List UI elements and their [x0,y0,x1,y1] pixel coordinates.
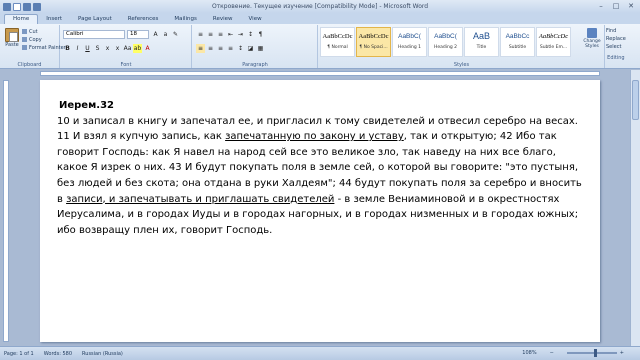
tab-view[interactable]: View [241,15,270,24]
borders-icon[interactable]: ▦ [256,44,265,53]
clipboard-group: Paste Cut Copy Format Painter Clipboard [0,25,66,68]
font-color-icon[interactable]: A [143,44,152,53]
find-button[interactable]: Find [606,27,626,35]
ribbon-tabs: Home Insert Page Layout References Maili… [0,13,640,24]
title-bar: Откровение. Текущее изучение [Compatibil… [0,0,640,13]
superscript-icon[interactable]: x [113,44,122,53]
highlight-icon[interactable]: ab [133,44,142,53]
bold-button[interactable]: B [63,44,72,53]
vertical-scrollbar[interactable] [630,70,640,346]
styles-gallery: AaBbCcDc ¶ Normal AaBbCcDc ¶ No Spaci...… [320,27,571,57]
align-left-icon[interactable]: ≡ [196,44,205,53]
style-subtle-emphasis[interactable]: AaBbCcDc Subtle Em... [536,27,571,57]
align-center-icon[interactable]: ≡ [206,44,215,53]
paragraph-label: Paragraph [242,62,268,68]
maximize-button[interactable]: □ [610,2,622,10]
editing-label: Editing [607,55,625,61]
italic-button[interactable]: I [73,44,82,53]
horizontal-ruler[interactable] [40,71,600,76]
close-button[interactable]: ✕ [625,2,637,10]
style-heading-2[interactable]: AaBbC( Heading 2 [428,27,463,57]
style-heading-1[interactable]: AaBbC( Heading 1 [392,27,427,57]
zoom-slider[interactable] [566,349,617,357]
replace-button[interactable]: Replace [606,35,626,43]
copy-icon [22,37,27,42]
show-marks-icon[interactable]: ¶ [256,30,265,39]
document-heading: Иерем.32 [59,100,114,111]
subscript-icon[interactable]: x [103,44,112,53]
vertical-ruler[interactable] [3,80,9,342]
justify-icon[interactable]: ≡ [226,44,235,53]
tab-mailings[interactable]: Mailings [166,15,205,24]
zoom-level[interactable]: 108% [522,350,536,356]
window-title: Откровение. Текущее изучение [Compatibil… [211,3,429,10]
brush-icon [22,45,27,50]
clear-format-icon[interactable]: ✎ [171,30,180,39]
style-no-spacing[interactable]: AaBbCcDc ¶ No Spaci... [356,27,391,57]
zoom-in-icon[interactable]: + [620,350,624,356]
document-page[interactable]: Иерем.32 10 и записал в книгу и запечата… [40,80,600,342]
scrollbar-thumb[interactable] [632,80,639,120]
tab-home[interactable]: Home [4,14,39,24]
ribbon: Paste Cut Copy Format Painter Clipboard … [0,24,640,69]
scissors-icon [22,29,27,34]
style-subtitle[interactable]: AaBbCc Subtitle [500,27,535,57]
underlined-text: запечатанную по закону и уставу [225,131,404,143]
document-body[interactable]: Иерем.32 10 и записал в книгу и запечата… [57,98,587,238]
status-bar: Page: 1 of 1 Words: 580 Russian (Russia)… [0,346,640,360]
underlined-text: записи, и запечатывать и приглашать свид… [66,193,335,205]
tab-page-layout[interactable]: Page Layout [70,15,120,24]
line-spacing-icon[interactable]: ↕ [236,44,245,53]
change-case-icon[interactable]: Aa [123,44,132,53]
shrink-font-icon[interactable]: a [161,30,170,39]
zoom-slider-knob[interactable] [593,349,597,357]
increase-indent-icon[interactable]: ⇥ [236,30,245,39]
select-button[interactable]: Select [606,43,626,51]
sort-icon[interactable]: ↕ [246,30,255,39]
underline-button[interactable]: U [83,44,92,53]
grow-font-icon[interactable]: A [151,30,160,39]
language-indicator[interactable]: Russian (Russia) [82,351,123,357]
copy-button[interactable]: Copy [22,36,66,44]
paragraph-group: ≡ ≡ ≡ ⇤ ⇥ ↕ ¶ ≡ ≡ ≡ ≡ ↕ ◪ ▦ Paragraph [193,25,318,68]
multilevel-list-icon[interactable]: ≡ [216,30,225,39]
font-family-select[interactable]: Calibri [63,30,125,39]
strikethrough-icon[interactable]: S [93,44,102,53]
paste-icon [5,28,19,42]
shading-icon[interactable]: ◪ [246,44,255,53]
clipboard-label: Clipboard [17,62,42,68]
font-size-select[interactable]: 18 [127,30,149,39]
style-normal[interactable]: AaBbCcDc ¶ Normal [320,27,355,57]
align-right-icon[interactable]: ≡ [216,44,225,53]
word-count[interactable]: Words: 580 [44,351,72,357]
decrease-indent-icon[interactable]: ⇤ [226,30,235,39]
zoom-out-icon[interactable]: − [550,350,554,356]
minimize-button[interactable]: – [595,2,607,10]
font-label: Font [120,62,132,68]
page-indicator[interactable]: Page: 1 of 1 [4,351,34,357]
cut-button[interactable]: Cut [22,28,66,36]
styles-label: Styles [453,62,470,68]
paste-button[interactable]: Paste [3,28,21,52]
tab-review[interactable]: Review [205,15,241,24]
change-styles-icon [587,28,597,38]
format-painter-button[interactable]: Format Painter [22,44,66,52]
tab-insert[interactable]: Insert [38,15,70,24]
bullets-icon[interactable]: ≡ [196,30,205,39]
font-group: Calibri 18 A a ✎ B I U S x x Aa ab A Fon… [61,25,192,68]
tab-references[interactable]: References [120,15,167,24]
numbering-icon[interactable]: ≡ [206,30,215,39]
change-styles-button[interactable]: Change Styles [582,28,602,49]
editing-group: Find Replace Select Editing [606,27,626,62]
style-title[interactable]: AaB Title [464,27,499,57]
